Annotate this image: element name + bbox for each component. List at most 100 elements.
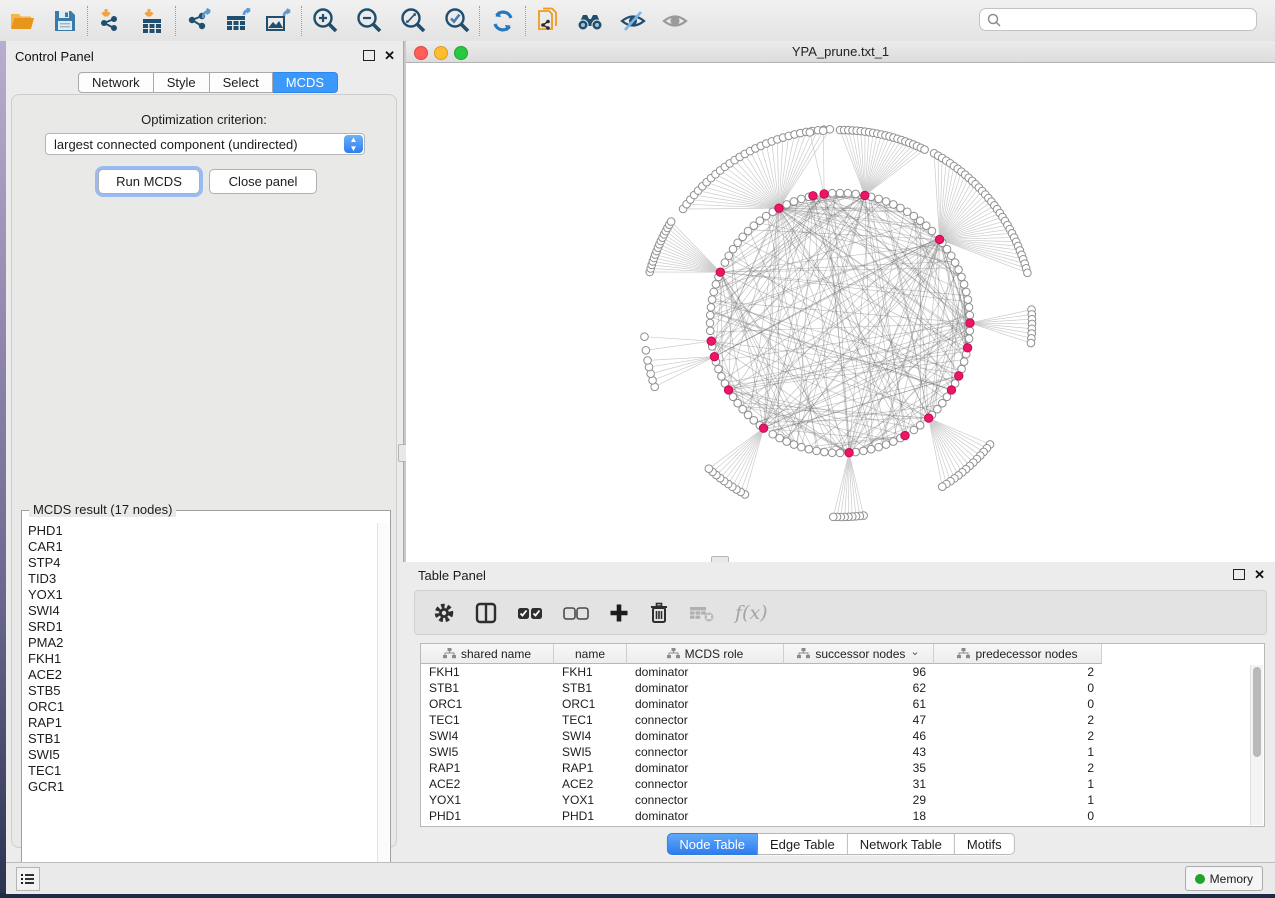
mcds-result-item[interactable]: RAP1 — [28, 715, 64, 731]
panel-menu-button[interactable] — [16, 867, 40, 891]
table-row[interactable]: RAP1RAP1dominator352 — [421, 760, 1264, 776]
zoom-out-icon[interactable] — [354, 6, 384, 36]
mcds-result-item[interactable]: FKH1 — [28, 651, 64, 667]
mcds-result-item[interactable]: SWI4 — [28, 603, 64, 619]
table-cell: SWI5 — [421, 745, 554, 759]
mcds-result-item[interactable]: ACE2 — [28, 667, 64, 683]
tab-edge-table[interactable]: Edge Table — [758, 833, 848, 855]
open-session-icon[interactable] — [8, 6, 38, 36]
table-row[interactable]: ACE2ACE2connector311 — [421, 776, 1264, 792]
network-canvas[interactable] — [406, 63, 1275, 562]
mcds-result-item[interactable]: SRD1 — [28, 619, 64, 635]
sort-indicator-icon: ⌄ — [910, 645, 919, 658]
control-panel: Control Panel ✕ Network Style Select MCD… — [6, 41, 403, 862]
memory-button[interactable]: Memory — [1185, 866, 1263, 891]
zoom-selected-icon[interactable] — [442, 6, 472, 36]
clone-network-icon[interactable] — [534, 6, 564, 36]
column-header-predecessor-nodes[interactable]: predecessor nodes — [934, 644, 1102, 664]
mcds-result-item[interactable]: ORC1 — [28, 699, 64, 715]
mcds-result-list[interactable]: PHD1CAR1STP4TID3YOX1SWI4SRD1PMA2FKH1ACE2… — [21, 510, 391, 882]
table-toolbar: f(x) — [414, 590, 1267, 635]
export-network-icon[interactable] — [184, 6, 214, 36]
table-cell: 2 — [934, 729, 1102, 743]
search-field[interactable] — [979, 8, 1257, 31]
select-all-rows-icon[interactable] — [517, 605, 543, 621]
table-row[interactable]: SWI4SWI4dominator462 — [421, 728, 1264, 744]
close-panel-icon[interactable]: ✕ — [384, 51, 395, 61]
deselect-all-rows-icon[interactable] — [563, 605, 589, 621]
mcds-result-item[interactable]: STB1 — [28, 731, 64, 747]
table-cell: ORC1 — [421, 697, 554, 711]
export-table-icon[interactable] — [224, 6, 254, 36]
mcds-result-item[interactable]: TID3 — [28, 571, 64, 587]
toolbar-separator — [175, 6, 177, 36]
zoom-in-icon[interactable] — [310, 6, 340, 36]
delete-column-trash-icon[interactable] — [649, 602, 669, 624]
table-header-row: shared namenameMCDS rolesuccessor nodes⌄… — [421, 644, 1102, 664]
tab-node-table[interactable]: Node Table — [666, 833, 758, 855]
mcds-result-item[interactable]: SWI5 — [28, 747, 64, 763]
mcds-result-title: MCDS result (17 nodes) — [29, 502, 176, 517]
mcds-result-item[interactable]: TEC1 — [28, 763, 64, 779]
tab-network-table[interactable]: Network Table — [848, 833, 955, 855]
table-cell: YOX1 — [554, 793, 627, 807]
save-session-icon[interactable] — [50, 6, 80, 36]
search-network-icon[interactable] — [576, 6, 606, 36]
tab-motifs[interactable]: Motifs — [955, 833, 1015, 855]
tab-mcds[interactable]: MCDS — [273, 72, 338, 93]
mcds-result-item[interactable]: STP4 — [28, 555, 64, 571]
column-header-successor-nodes[interactable]: successor nodes⌄ — [784, 644, 934, 664]
tab-select[interactable]: Select — [210, 72, 273, 93]
mcds-result-item[interactable]: PHD1 — [28, 523, 64, 539]
table-cell: FKH1 — [421, 665, 554, 679]
export-image-icon[interactable] — [264, 6, 294, 36]
mcds-result-item[interactable]: CAR1 — [28, 539, 64, 555]
show-all-icon[interactable] — [660, 6, 690, 36]
table-row[interactable]: STB1STB1dominator620 — [421, 680, 1264, 696]
column-header-MCDS-role[interactable]: MCDS role — [627, 644, 784, 664]
search-input[interactable] — [1002, 12, 1256, 28]
table-cell: 46 — [784, 729, 934, 743]
table-settings-gear-icon[interactable] — [433, 602, 455, 624]
table-row[interactable]: YOX1YOX1connector291 — [421, 792, 1264, 808]
mcds-result-item[interactable]: STB5 — [28, 683, 64, 699]
show-columns-icon[interactable] — [475, 602, 497, 624]
tab-network[interactable]: Network — [78, 72, 154, 93]
table-cell: 0 — [934, 681, 1102, 695]
mcds-result-box: MCDS result (17 nodes) PHD1CAR1STP4TID3Y… — [21, 510, 391, 882]
result-scrollbar[interactable] — [377, 523, 389, 880]
float-window-icon[interactable] — [363, 50, 375, 61]
table-scrollbar[interactable] — [1250, 665, 1263, 825]
mcds-result-item[interactable]: YOX1 — [28, 587, 64, 603]
table-cell: dominator — [627, 729, 784, 743]
table-row[interactable]: TEC1TEC1connector472 — [421, 712, 1264, 728]
mcds-result-items: PHD1CAR1STP4TID3YOX1SWI4SRD1PMA2FKH1ACE2… — [28, 523, 64, 795]
criterion-select[interactable]: largest connected component (undirected)… — [45, 133, 365, 155]
mcds-result-item[interactable]: GCR1 — [28, 779, 64, 795]
zoom-fit-icon[interactable] — [398, 6, 428, 36]
main-toolbar — [0, 0, 1275, 42]
hide-selected-icon[interactable] — [618, 6, 648, 36]
import-table-icon[interactable] — [138, 6, 168, 36]
apply-layout-icon[interactable] — [488, 6, 518, 36]
close-panel-button[interactable]: Close panel — [209, 169, 317, 194]
table-cell: ORC1 — [554, 697, 627, 711]
float-window-icon[interactable] — [1233, 569, 1245, 580]
add-column-icon[interactable] — [609, 603, 629, 623]
tab-style[interactable]: Style — [154, 72, 210, 93]
table-row[interactable]: PHD1PHD1dominator180 — [421, 808, 1264, 824]
table-cell: 2 — [934, 761, 1102, 775]
table-scrollbar-thumb[interactable] — [1253, 667, 1261, 757]
network-window-titlebar[interactable]: YPA_prune.txt_1 — [406, 41, 1275, 63]
table-cell: SWI4 — [421, 729, 554, 743]
table-row[interactable]: SWI5SWI5connector431 — [421, 744, 1264, 760]
close-panel-icon[interactable]: ✕ — [1254, 570, 1265, 580]
criterion-value: largest connected component (undirected) — [46, 137, 344, 152]
import-network-icon[interactable] — [96, 6, 126, 36]
column-header-name[interactable]: name — [554, 644, 627, 664]
column-header-shared-name[interactable]: shared name — [421, 644, 554, 664]
table-row[interactable]: ORC1ORC1dominator610 — [421, 696, 1264, 712]
mcds-result-item[interactable]: PMA2 — [28, 635, 64, 651]
run-mcds-button[interactable]: Run MCDS — [98, 169, 200, 194]
table-row[interactable]: FKH1FKH1dominator962 — [421, 664, 1264, 680]
